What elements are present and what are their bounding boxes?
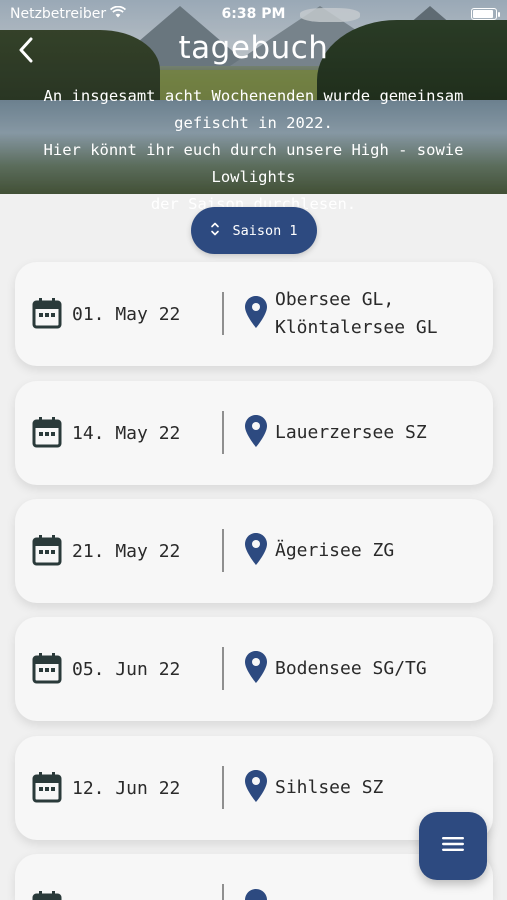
divider	[222, 529, 224, 572]
location-pin-icon	[244, 295, 268, 329]
diary-entry-card[interactable]: 05. Jun 22 Bodensee SG/TG	[15, 617, 493, 721]
divider	[222, 647, 224, 690]
status-bar: Netzbetreiber 6:38 PM	[0, 0, 507, 28]
menu-icon	[441, 835, 465, 857]
location-pin-icon	[244, 532, 268, 566]
divider	[222, 411, 224, 454]
chevron-up-down-icon	[210, 221, 220, 241]
intro-text: An insgesamt acht Wochenenden wurde geme…	[4, 83, 503, 218]
location-pin-icon	[244, 888, 268, 900]
entry-date: 21. May 22	[72, 540, 181, 562]
divider	[222, 884, 224, 900]
season-selector-button[interactable]: Saison 1	[191, 207, 317, 254]
menu-button[interactable]	[419, 812, 487, 880]
calendar-icon	[32, 297, 62, 329]
calendar-icon	[32, 652, 62, 684]
diary-entry-card[interactable]: 14. May 22 Lauerzersee SZ	[15, 381, 493, 485]
location-pin-icon	[244, 414, 268, 448]
entry-location: Ägerisee ZG	[275, 540, 395, 561]
entry-date: 12. Jun 22	[72, 777, 181, 799]
entry-location: Obersee GL, Klöntalersee GL	[275, 289, 438, 338]
entry-location: Bodensee SG/TG	[275, 658, 427, 679]
battery-icon	[471, 8, 500, 20]
calendar-icon	[32, 890, 62, 900]
divider	[222, 766, 224, 809]
page-title: tagebuch	[178, 30, 329, 66]
entry-date: 14. May 22	[72, 422, 181, 444]
diary-entry-card[interactable]: 21. May 22 Ägerisee ZG	[15, 499, 493, 603]
entry-location: Lauerzersee SZ	[275, 422, 427, 443]
wifi-icon	[110, 5, 127, 22]
entry-date: 05. Jun 22	[72, 658, 181, 680]
intro-line: An insgesamt acht Wochenenden wurde geme…	[43, 87, 464, 105]
intro-line: Hier könnt ihr euch durch unsere High - …	[43, 141, 464, 186]
divider	[222, 292, 224, 335]
calendar-icon	[32, 534, 62, 566]
season-label: Saison 1	[232, 222, 298, 239]
carrier-label: Netzbetreiber	[10, 6, 107, 22]
calendar-icon	[32, 416, 62, 448]
diary-entry-card[interactable]: 01. May 22 Obersee GL, Klöntalersee GL	[15, 262, 493, 366]
entry-date: 01. May 22	[72, 303, 181, 325]
location-pin-icon	[244, 769, 268, 803]
intro-line: gefischt in 2022.	[174, 114, 333, 132]
calendar-icon	[32, 771, 62, 803]
location-pin-icon	[244, 650, 268, 684]
